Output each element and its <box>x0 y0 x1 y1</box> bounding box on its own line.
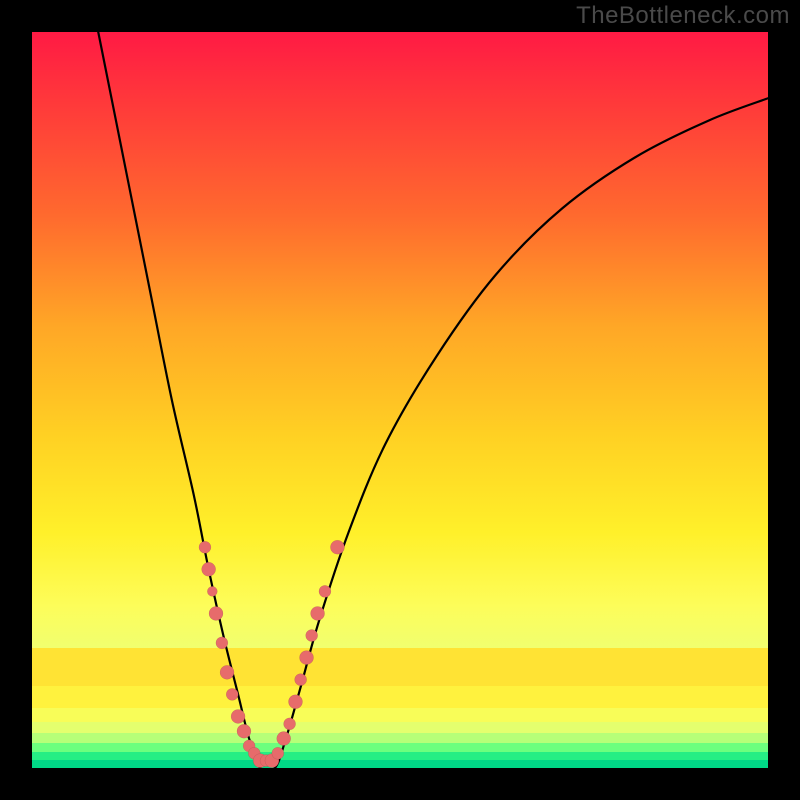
scatter-point <box>209 606 223 620</box>
chart-frame: TheBottleneck.com <box>0 0 800 800</box>
scatter-point <box>288 695 302 709</box>
scatter-point <box>277 732 291 746</box>
scatter-point <box>319 585 331 597</box>
plot-area <box>32 32 768 768</box>
scatter-point <box>202 562 216 576</box>
scatter-point <box>231 709 245 723</box>
scatter-point <box>226 688 238 700</box>
bottleneck-curve <box>98 32 768 772</box>
scatter-point <box>295 674 307 686</box>
scatter-point <box>311 606 325 620</box>
scatter-point <box>300 651 314 665</box>
scatter-point <box>199 541 211 553</box>
scatter-point <box>207 586 217 596</box>
scatter-point <box>306 630 318 642</box>
scatter-point <box>284 718 296 730</box>
scatter-point <box>330 540 344 554</box>
scatter-point <box>237 724 251 738</box>
scatter-point <box>220 665 234 679</box>
scatter-points <box>199 540 344 767</box>
chart-svg <box>32 32 768 768</box>
scatter-point <box>216 637 228 649</box>
scatter-point <box>272 747 284 759</box>
watermark-text: TheBottleneck.com <box>576 2 790 30</box>
